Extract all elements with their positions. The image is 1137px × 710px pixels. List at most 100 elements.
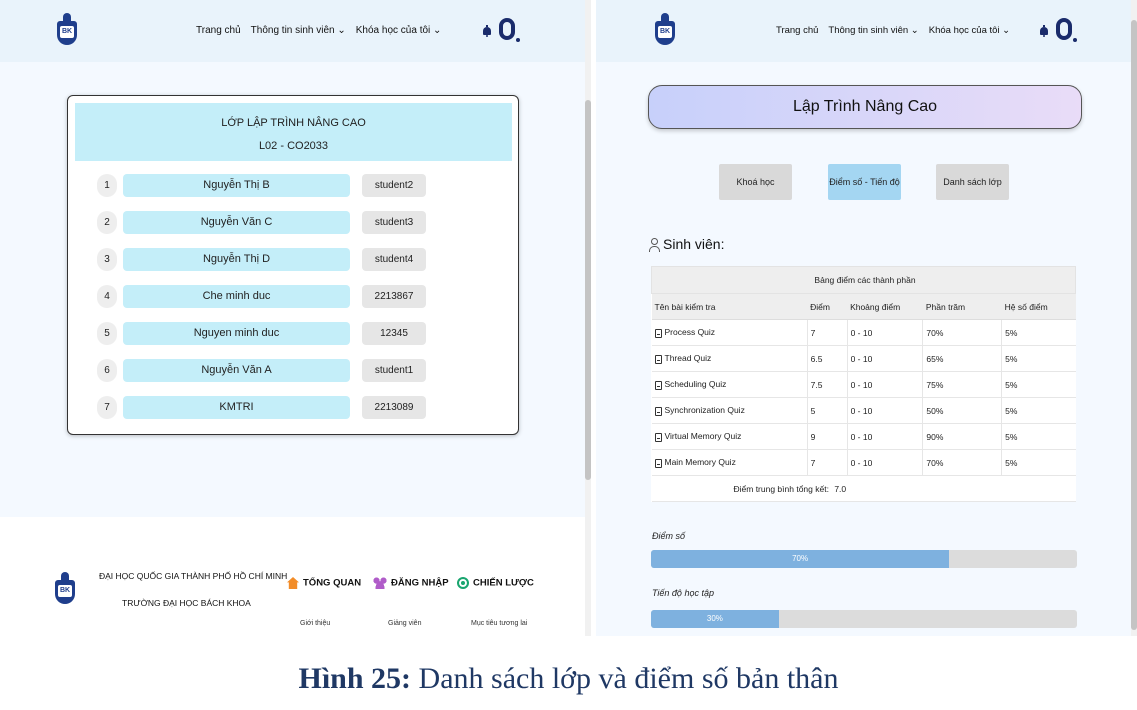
- user-icon[interactable]: [1054, 18, 1077, 44]
- nav-home[interactable]: Trang chủ: [196, 25, 241, 36]
- average-value: 7.0: [834, 483, 847, 494]
- list-item[interactable]: 7 KMTRI 2213089: [68, 396, 520, 419]
- nav-links-right: Trang chủ Thông tin sinh viên ⌄ Khóa học…: [776, 25, 1010, 36]
- figure-caption-text: Danh sách lớp và điểm số bản thân: [411, 662, 839, 695]
- tab-grades-progress[interactable]: Điểm số - Tiến độ: [828, 164, 901, 200]
- nav-student-info-right[interactable]: Thông tin sinh viên ⌄: [828, 25, 918, 36]
- cell-text: 0 - 10: [850, 327, 873, 338]
- cell-test-name: Virtual Memory Quiz: [651, 423, 808, 450]
- class-code: L02 - CO2033: [258, 140, 329, 152]
- nav-home-right[interactable]: Trang chủ: [776, 25, 818, 36]
- student-number: 6: [97, 359, 117, 382]
- grades-page: BK Trang chủ Thông tin sinh viên ⌄ Khóa …: [596, 0, 1137, 636]
- score-bar: 70%: [651, 550, 1077, 568]
- nav-my-courses-right[interactable]: Khóa học của tôi ⌄: [929, 25, 1010, 36]
- document-icon: [654, 458, 662, 468]
- cell-text: 9: [810, 431, 816, 442]
- list-item[interactable]: 6 Nguyễn Văn A student1: [68, 359, 520, 382]
- cell-test-name: Main Memory Quiz: [651, 449, 808, 476]
- footer-overview[interactable]: TỔNG QUAN: [287, 577, 361, 589]
- school-name: TRƯỜNG ĐẠI HỌC BÁCH KHOA: [122, 598, 251, 608]
- footer-login-sub[interactable]: Giảng viên: [388, 620, 421, 627]
- table-header-row: Tên bài kiểm tra Điểm Khoảng điểm Phần t…: [651, 293, 1076, 320]
- class-title: LỚP LẬP TRÌNH NÂNG CAO: [221, 117, 366, 129]
- student-name: KMTRI: [123, 396, 350, 419]
- cell-text: 90%: [926, 431, 944, 442]
- student-id: 12345: [362, 322, 426, 345]
- nav-student-info[interactable]: Thông tin sinh viên ⌄: [251, 25, 346, 36]
- cell-text: Process Quiz: [664, 327, 716, 338]
- cell-range: 0 - 10: [846, 449, 923, 476]
- cell-text: 0 - 10: [850, 353, 873, 364]
- school-logo-right[interactable]: BK: [653, 13, 677, 47]
- class-card: LỚP LẬP TRÌNH NÂNG CAO L02 - CO2033 1 Ngu…: [67, 95, 519, 435]
- cell-score: 7: [806, 449, 848, 476]
- cell-percent: 90%: [922, 423, 1002, 450]
- cell-percent: 65%: [922, 345, 1002, 372]
- school-logo[interactable]: BK: [55, 13, 79, 47]
- document-icon: [654, 380, 662, 390]
- right-scrollbar[interactable]: [1131, 0, 1137, 636]
- bell-icon[interactable]: [1040, 25, 1048, 37]
- users-icon: [373, 577, 387, 589]
- header-score: Điểm: [807, 293, 848, 320]
- footer-overview-sub[interactable]: Giới thiệu: [300, 620, 330, 627]
- user-outline-icon: [649, 237, 660, 253]
- cell-text: Virtual Memory Quiz: [664, 431, 742, 442]
- student-name: Nguyễn Thị B: [123, 174, 350, 197]
- student-number: 7: [97, 396, 117, 419]
- list-item[interactable]: 4 Che minh duc 2213867: [68, 285, 520, 308]
- footer-strategy-sub[interactable]: Mục tiêu tương lai: [471, 620, 527, 627]
- cell-percent: 75%: [922, 371, 1002, 398]
- footer-strategy[interactable]: CHIẾN LƯỢC: [457, 577, 534, 589]
- footer: BK ĐẠI HỌC QUỐC GIA THÀNH PHỐ HỒ CHÍ MIN…: [0, 517, 585, 636]
- tab-class-list[interactable]: Danh sách lớp: [936, 164, 1009, 200]
- student-label: Sinh viên:: [649, 236, 724, 253]
- student-number: 5: [97, 322, 117, 345]
- table-row: Scheduling Quiz 7.5 0 - 10 75% 5%: [651, 371, 1076, 398]
- tab-course[interactable]: Khoá học: [719, 164, 792, 200]
- cell-text: 0 - 10: [850, 379, 873, 390]
- cell-text: 0 - 10: [850, 431, 873, 442]
- student-number: 3: [97, 248, 117, 271]
- student-number: 1: [97, 174, 117, 197]
- user-icon[interactable]: [497, 18, 520, 44]
- average-row: Điểm trung bình tổng kết: 7.0: [651, 475, 1076, 502]
- cell-test-name: Process Quiz: [651, 319, 808, 346]
- header-range: Khoảng điểm: [847, 293, 923, 320]
- nav-links: Trang chủ Thông tin sinh viên ⌄ Khóa học…: [196, 25, 441, 36]
- student-id: student2: [362, 174, 426, 197]
- student-id: student1: [362, 359, 426, 382]
- cell-score: 7: [806, 319, 848, 346]
- footer-login[interactable]: ĐĂNG NHẬP: [373, 577, 449, 589]
- nav-my-courses[interactable]: Khóa học của tôi ⌄: [356, 25, 442, 36]
- student-id: student3: [362, 211, 426, 234]
- average-label: Điểm trung bình tổng kết:: [733, 483, 829, 494]
- bell-icon[interactable]: [483, 25, 491, 37]
- cell-score: 5: [806, 397, 848, 424]
- cell-text: 5%: [1005, 379, 1018, 390]
- list-item[interactable]: 1 Nguyễn Thị B student2: [68, 174, 520, 197]
- cell-range: 0 - 10: [846, 345, 923, 372]
- student-number: 4: [97, 285, 117, 308]
- header-test-name: Tên bài kiểm tra: [651, 293, 808, 320]
- top-nav: BK Trang chủ Thông tin sinh viên ⌄ Khóa …: [0, 0, 585, 62]
- cell-text: Main Memory Quiz: [664, 457, 736, 468]
- cell-text: Synchronization Quiz: [664, 405, 745, 416]
- student-id: 2213089: [362, 396, 426, 419]
- header-weight: Hệ số điểm: [1001, 293, 1076, 320]
- list-item[interactable]: 2 Nguyễn Văn C student3: [68, 211, 520, 234]
- cell-weight: 5%: [1001, 423, 1076, 450]
- document-icon: [654, 354, 662, 364]
- target-icon: [457, 577, 469, 589]
- list-item[interactable]: 5 Nguyen minh duc 12345: [68, 322, 520, 345]
- course-title: Lập Trình Nâng Cao: [648, 85, 1082, 129]
- score-label: Điểm số: [652, 531, 686, 541]
- university-name: ĐẠI HỌC QUỐC GIA THÀNH PHỐ HỒ CHÍ MINH: [99, 571, 288, 581]
- cell-text: 6.5: [810, 353, 823, 364]
- cell-range: 0 - 10: [846, 319, 923, 346]
- footer-logo: BK: [53, 572, 77, 606]
- grades-body: Process Quiz 7 0 - 10 70% 5% Thread Quiz 6.5 0 …: [651, 319, 1076, 476]
- cell-text: 50%: [926, 405, 944, 416]
- list-item[interactable]: 3 Nguyễn Thị D student4: [68, 248, 520, 271]
